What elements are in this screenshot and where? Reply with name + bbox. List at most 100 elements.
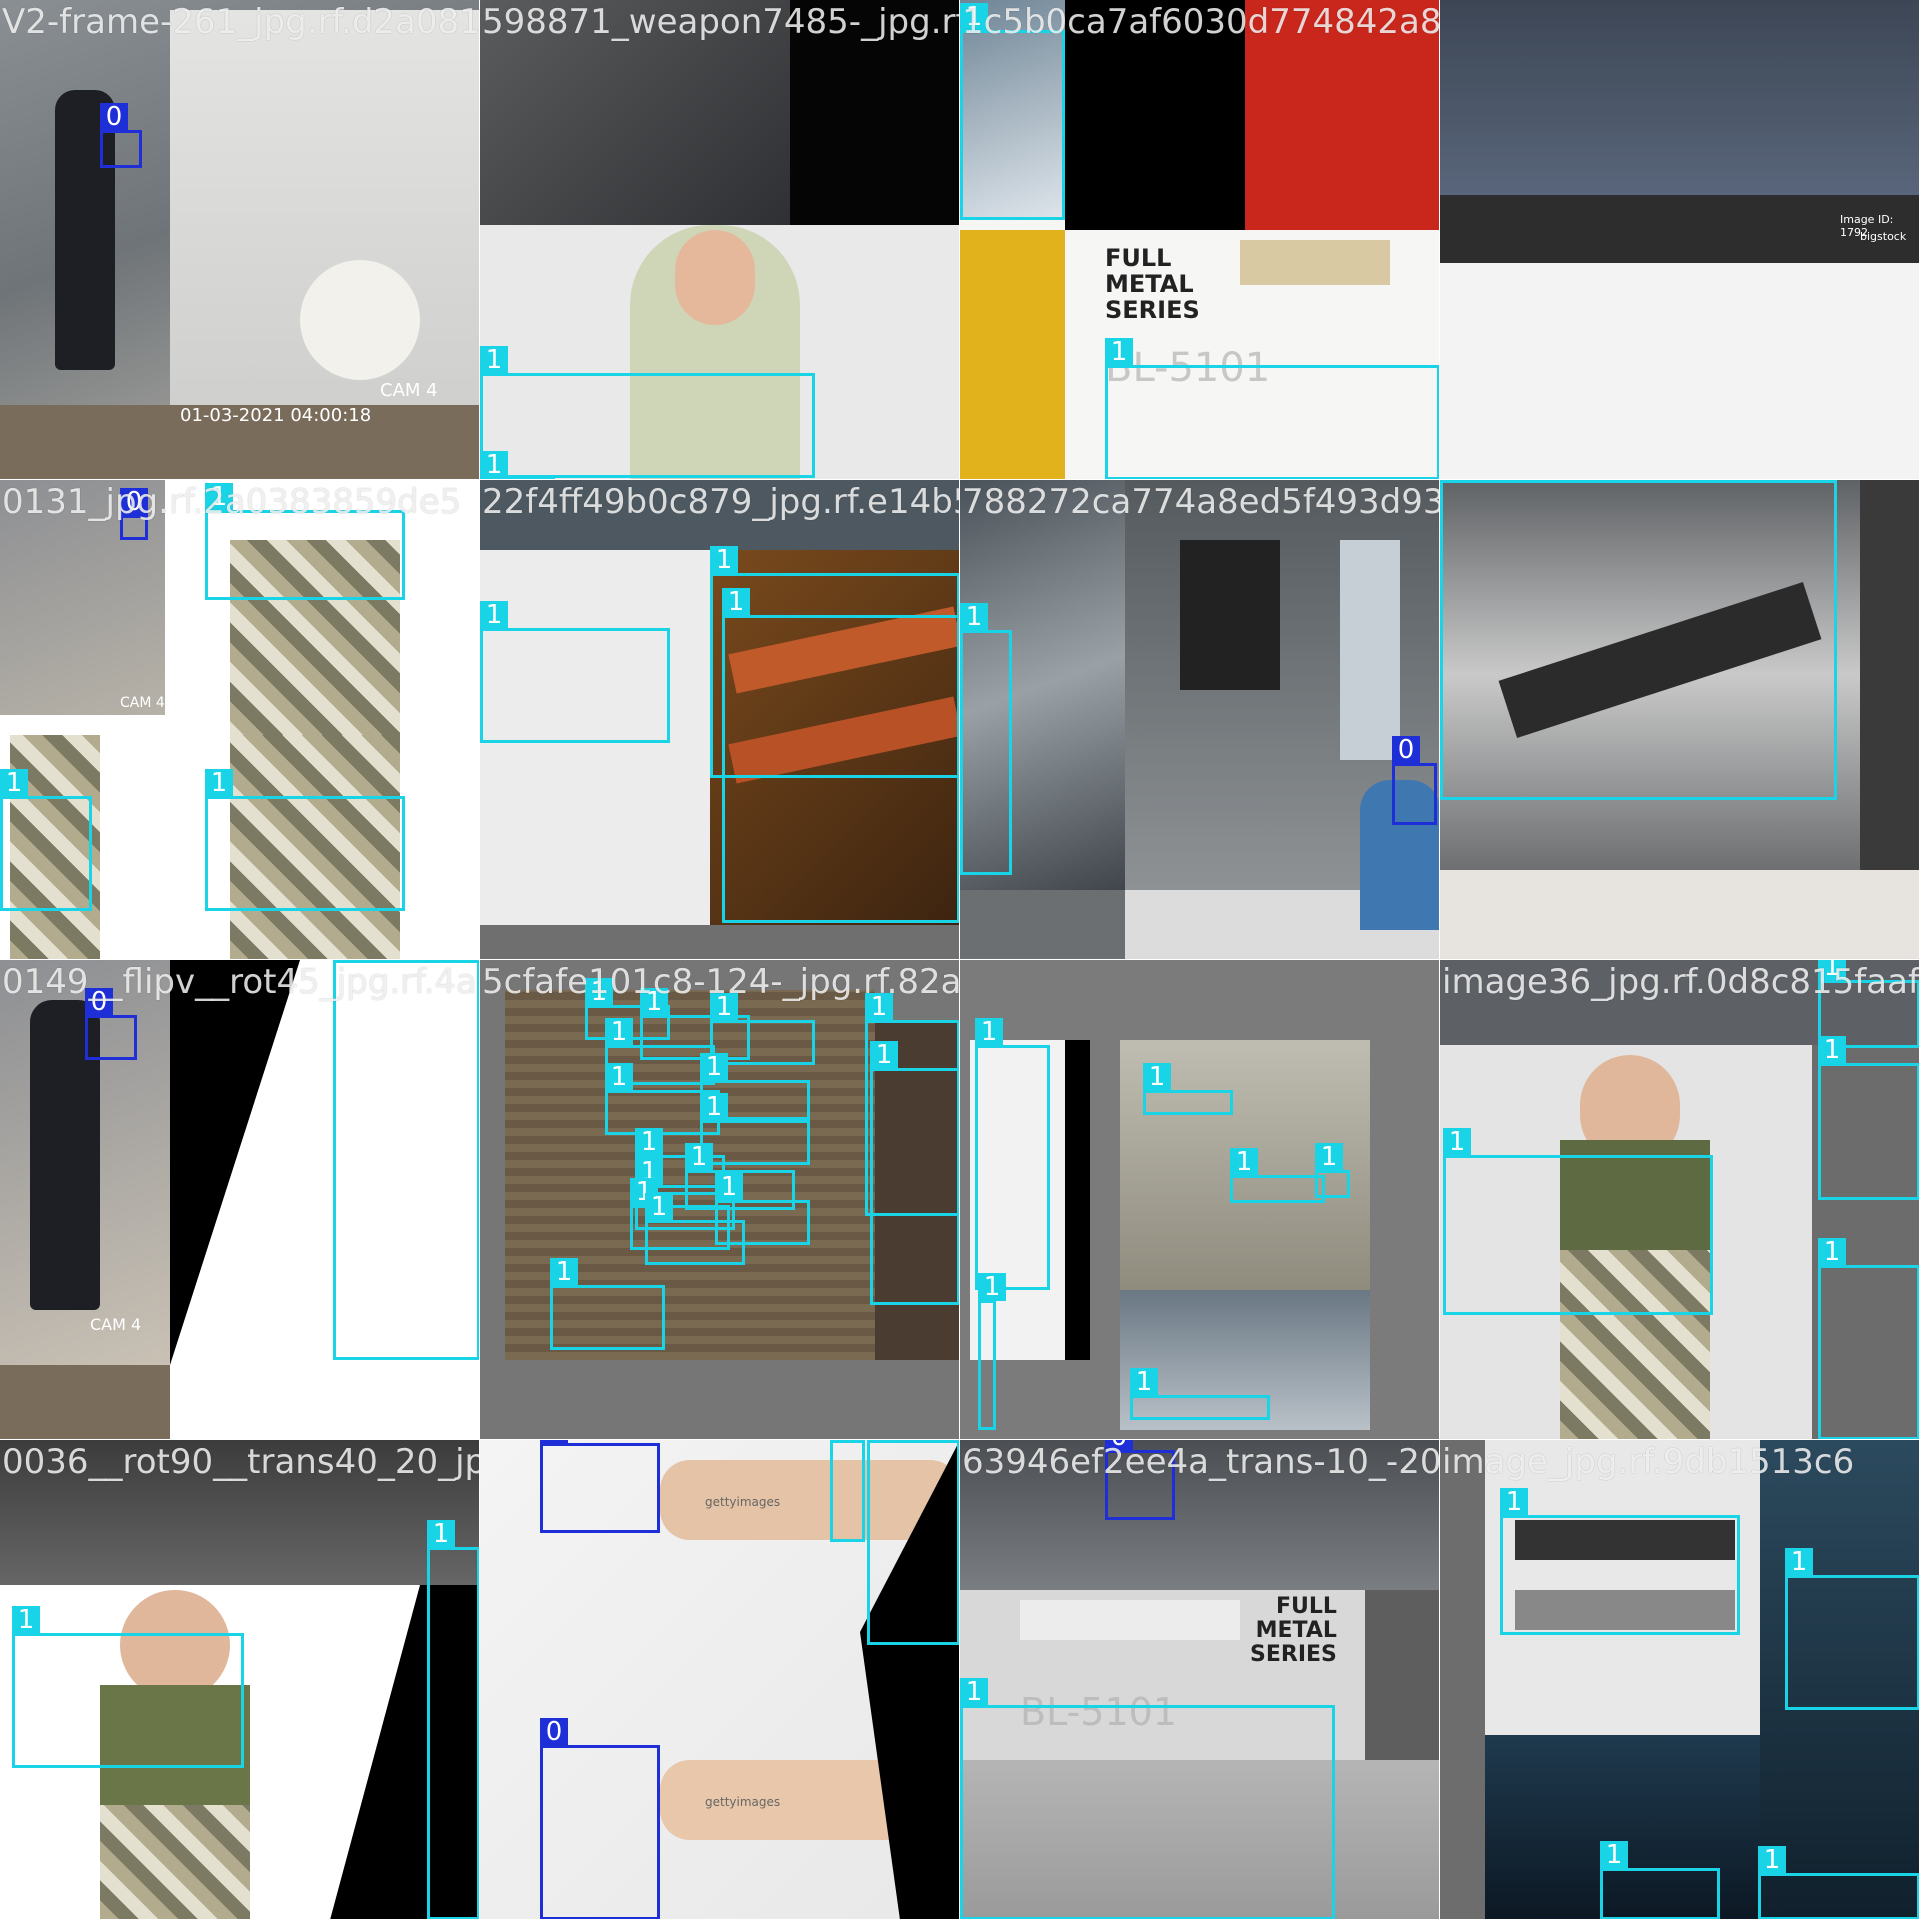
tile-filename: 0036__rot90__trans40_20_jpg.rf.f5b0dc27e… xyxy=(2,1442,479,1482)
detection-box: 1 xyxy=(480,346,815,478)
class-tag: 1 xyxy=(1143,1063,1171,1091)
tile-8: 1 xyxy=(1440,480,1920,960)
class-tag: 1 xyxy=(427,1520,455,1548)
class-tag: 1 xyxy=(1230,1148,1258,1176)
detection-box: 1 xyxy=(205,483,405,600)
detection-box: 1 xyxy=(960,1678,1335,1919)
tile-filename: 0131_jpg.rf.2a0383859de5 xyxy=(2,482,462,522)
detection-box: 1 xyxy=(1130,1368,1270,1420)
class-tag: 1 xyxy=(700,1053,728,1081)
brand-line: METAL xyxy=(1105,270,1194,298)
detection-box: 0 xyxy=(540,1440,660,1533)
detection-box: 1 xyxy=(715,1173,810,1245)
tile-11: 1 1 1 1 1 1 xyxy=(960,960,1440,1440)
detection-box: 0 xyxy=(100,103,142,168)
detection-box: 1 xyxy=(975,1018,1050,1290)
class-tag: 1 xyxy=(205,769,233,797)
class-tag: 1 xyxy=(605,1063,633,1091)
tile-9: CAM 4 0 1 0149__flipv__rot45_jpg.rf.4ab xyxy=(0,960,480,1440)
class-tag: 1 xyxy=(1440,480,1468,481)
detection-box: 1 xyxy=(1230,1148,1325,1203)
class-tag: 1 xyxy=(960,1678,988,1706)
class-tag: 1 xyxy=(480,601,508,629)
tile-13: 1 1 0036__rot90__trans40_20_jpg.rf.f5b0d… xyxy=(0,1440,480,1920)
class-tag: 1 xyxy=(978,1273,1006,1301)
stock-watermark: gettyimages xyxy=(705,1795,781,1809)
detection-box: 1 xyxy=(427,1520,479,1919)
class-tag: 1 xyxy=(975,1018,1003,1046)
detection-box: 1 xyxy=(1500,1488,1740,1635)
detection-box: 1 xyxy=(1818,1238,1919,1439)
class-tag: 1 xyxy=(645,1193,673,1221)
detection-box: 1 xyxy=(480,601,670,743)
class-tag: 1 xyxy=(710,546,738,574)
class-tag: 1 xyxy=(0,769,28,797)
detection-box: 0 xyxy=(1392,736,1437,825)
detection-box: 1 xyxy=(205,769,405,911)
camera-label: CAM 4 xyxy=(380,380,438,401)
tile-4: Image ID: 1792 bigstock xyxy=(1440,0,1920,480)
class-tag: 1 xyxy=(333,960,361,961)
detection-box: 1 xyxy=(12,1606,244,1768)
class-tag: 1 xyxy=(715,1173,743,1201)
brand-line: FULL xyxy=(1105,244,1172,272)
detection-box: 1 xyxy=(1143,1063,1233,1115)
stock-watermark: gettyimages xyxy=(705,1495,781,1509)
class-tag: 1 xyxy=(830,1440,858,1441)
detection-box: 1 xyxy=(1105,338,1439,479)
detection-box: 1 xyxy=(722,588,959,923)
detection-box: 1 xyxy=(870,1041,959,1305)
detection-box: 1 xyxy=(1315,1143,1350,1198)
class-tag: 1 xyxy=(480,346,508,374)
brand-line: FULL xyxy=(1275,1594,1337,1619)
class-tag: 1 xyxy=(1818,1036,1846,1064)
detection-box: 1 xyxy=(1440,480,1837,800)
tile-filename: 598871_weapon7485-_jpg.rf.0 xyxy=(482,2,960,42)
detection-box: 1 xyxy=(333,960,479,1360)
class-tag: 0 xyxy=(540,1440,568,1444)
detection-box: 1 xyxy=(0,769,92,911)
class-tag: 0 xyxy=(1392,736,1420,764)
tile-12: 1 1 1 1 image36_jpg.rf.0d8c815faaf63 xyxy=(1440,960,1920,1440)
class-tag: 1 xyxy=(685,1143,713,1171)
mosaic-grid: 01-03-2021 04:00:18 CAM 4 0 V2-frame-261… xyxy=(0,0,1920,1920)
camera-label: CAM 4 xyxy=(90,1315,142,1334)
detection-box: 1 xyxy=(960,3,1065,220)
detection-box: 1 xyxy=(960,603,1012,875)
tile-1: 01-03-2021 04:00:18 CAM 4 0 V2-frame-261… xyxy=(0,0,480,480)
tile-10: 1 1 1 1 1 1 1 1 1 1 1 1 1 1 1 1 5cfafe10… xyxy=(480,960,960,1440)
class-tag: 1 xyxy=(870,1041,898,1069)
class-tag: 1 xyxy=(960,603,988,631)
class-tag: 1 xyxy=(1315,1143,1343,1171)
tile-14: gettyimages gettyimages 0 0 1 1 xyxy=(480,1440,960,1920)
class-tag: 1 xyxy=(1130,1368,1158,1396)
tile-filename: image36_jpg.rf.0d8c815faaf63 xyxy=(1442,962,1920,1002)
brand-line: SERIES xyxy=(1105,296,1200,324)
tile-filename: 0149__flipv__rot45_jpg.rf.4ab xyxy=(2,962,480,1002)
detection-box: 1 xyxy=(1443,1128,1713,1315)
detection-box: 1 xyxy=(1600,1841,1720,1919)
class-tag: 1 xyxy=(1600,1841,1628,1869)
class-tag: 1 xyxy=(867,1440,895,1441)
class-tag: 1 xyxy=(635,1128,663,1156)
timestamp-overlay: 01-03-2021 04:00:18 xyxy=(180,405,372,426)
detection-box: 1 xyxy=(978,1273,1006,1430)
class-tag: 1 xyxy=(722,588,750,616)
class-tag: 1 xyxy=(1818,1238,1846,1266)
stock-watermark: bigstock xyxy=(1860,230,1907,243)
brand-line: METAL xyxy=(1255,1618,1337,1643)
tile-15: FULL METAL SERIES BL-5101 0 1 63946ef2ee… xyxy=(960,1440,1440,1920)
class-tag: 0 xyxy=(100,103,128,131)
tile-6: 1 1 1 22f4ff49b0c879_jpg.rf.e14b5782 xyxy=(480,480,960,960)
class-tag: 1 xyxy=(1785,1548,1813,1576)
tile-filename: 22f4ff49b0c879_jpg.rf.e14b5782 xyxy=(482,482,959,522)
tile-3: FULL METAL SERIES BL-5101 1 1 1c5b0ca7af… xyxy=(960,0,1440,480)
brand-line: SERIES xyxy=(1250,1642,1337,1667)
class-tag: 1 xyxy=(700,1093,728,1121)
detection-box: 1 xyxy=(1785,1548,1919,1710)
tile-filename: 1c5b0ca7af6030d774842a8ba67847d5_jpg.rf.… xyxy=(962,2,1440,42)
tile-16: 1 1 1 1 image_jpg.rf.9db1513c6 xyxy=(1440,1440,1920,1920)
detection-box: 1 xyxy=(867,1440,959,1645)
detection-box: 1 xyxy=(1818,1036,1919,1200)
detection-box: 1 xyxy=(830,1440,865,1542)
